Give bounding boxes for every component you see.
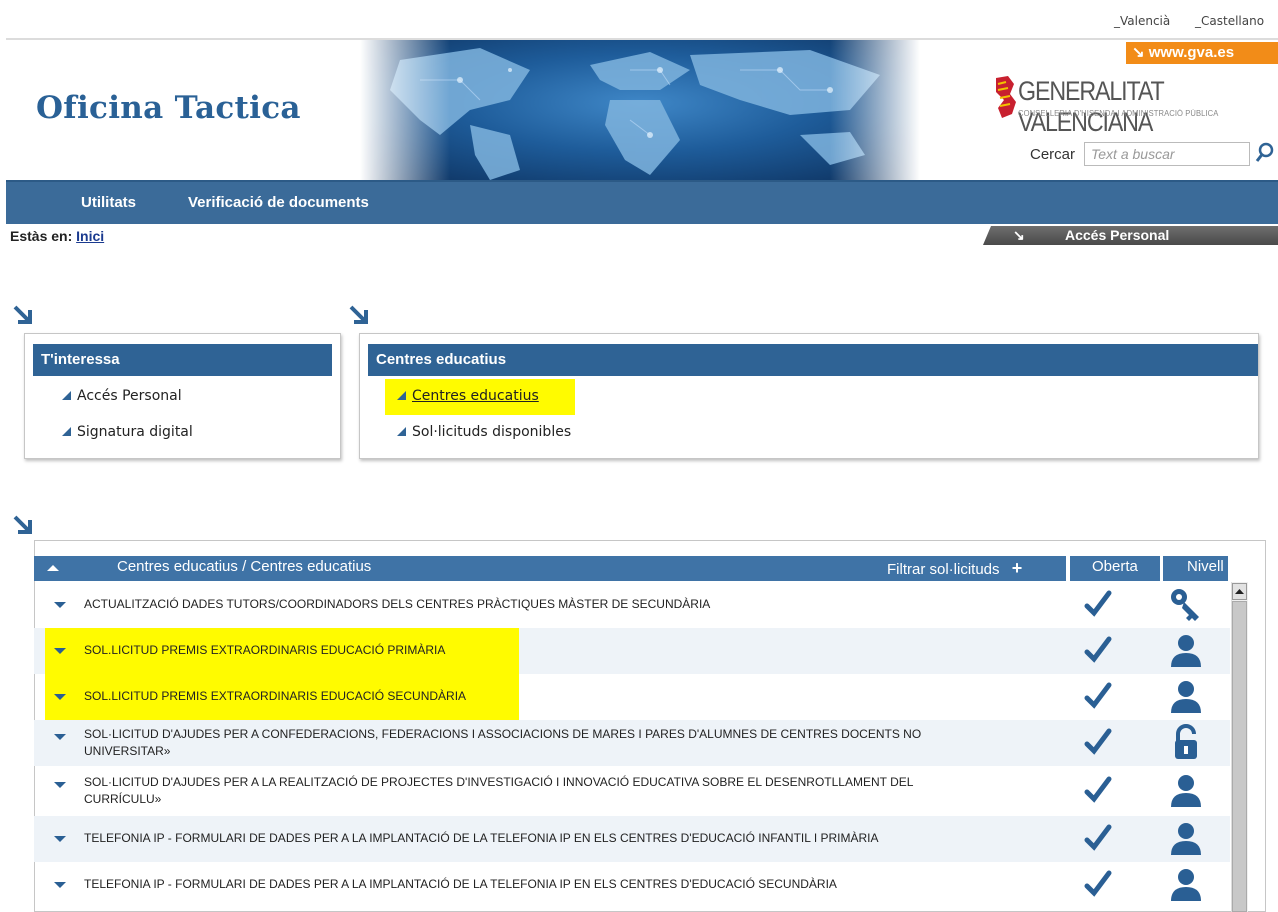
table-title: Centres educatius / Centres educatius	[117, 558, 372, 575]
check-icon	[1084, 728, 1112, 755]
nav-utilitats[interactable]: Utilitats	[81, 194, 136, 211]
breadcrumb-prefix: Estàs en:	[10, 228, 73, 244]
request-title-line: TELEFONIA IP - FORMULARI DE DADES PER A …	[84, 877, 837, 891]
expand-caret-icon[interactable]	[53, 781, 67, 789]
banner-fade-left	[360, 40, 450, 180]
request-title-line: SOL.LICITUD PREMIS EXTRAORDINARIS EDUCAC…	[84, 689, 467, 703]
check-icon	[1084, 590, 1112, 617]
check-icon	[1084, 824, 1112, 851]
banner-fade-right	[830, 40, 920, 180]
interessa-title: T'interessa	[33, 344, 332, 376]
search-icon[interactable]	[1255, 142, 1275, 164]
expand-caret-icon[interactable]	[53, 835, 67, 843]
site-title: Oficina Tactica	[36, 90, 301, 126]
request-title-line: ACTUALITZACIÓ DADES TUTORS/COORDINADORS …	[84, 597, 711, 611]
request-title-line: SOL·LICITUD D'AJUDES PER A CONFEDERACION…	[84, 727, 922, 741]
request-title-line: SOL.LICITUD PREMIS EXTRAORDINARIS EDUCAC…	[84, 643, 446, 657]
centres-title: Centres educatius	[368, 344, 1258, 376]
request-title-line: SOL·LICITUD D'AJUDES PER A LA REALITZACI…	[84, 775, 914, 789]
user-icon	[1171, 775, 1201, 807]
request-title[interactable]: ACTUALITZACIÓ DADES TUTORS/COORDINADORS …	[84, 596, 1044, 613]
expand-caret-icon[interactable]	[53, 601, 67, 609]
column-nivell-label: Nivell	[1187, 558, 1224, 575]
link-sollicituds-disponibles[interactable]: Sol·licituds disponibles	[397, 424, 571, 440]
triangle-bullet-icon	[62, 391, 71, 400]
scroll-up-button[interactable]	[1232, 583, 1247, 600]
column-oberta-label: Oberta	[1092, 558, 1138, 575]
org-subtitle: CONSELLERIA D'HISENDA I ADMINISTRACIÓ PÚ…	[1018, 109, 1219, 118]
expand-caret-icon[interactable]	[53, 881, 67, 889]
unlock-icon	[1175, 724, 1197, 759]
arrow-down-right-icon: ↘	[1132, 44, 1149, 61]
expand-caret-icon[interactable]	[53, 733, 67, 741]
link-centres-educatius[interactable]: Centres educatius	[397, 388, 539, 404]
org-name: GENERALITAT VALENCIANA	[1018, 76, 1164, 137]
request-title[interactable]: SOL.LICITUD PREMIS EXTRAORDINARIS EDUCAC…	[84, 642, 1044, 659]
expand-caret-icon[interactable]	[53, 693, 67, 701]
request-title[interactable]: TELEFONIA IP - FORMULARI DE DADES PER A …	[84, 876, 1044, 893]
link-acces-personal[interactable]: Accés Personal	[62, 388, 182, 404]
acces-personal-tab[interactable]: ↘ Accés Personal	[983, 226, 1278, 245]
lang-castellano-link[interactable]: _Castellano	[1195, 14, 1264, 28]
link-signatura-digital[interactable]: Signatura digital	[62, 424, 193, 440]
user-icon	[1171, 869, 1201, 901]
user-icon	[1171, 681, 1201, 713]
expand-caret-icon[interactable]	[53, 647, 67, 655]
section-arrow-icon	[349, 305, 368, 324]
breadcrumb-inici-link[interactable]: Inici	[76, 228, 104, 244]
gva-link[interactable]: ↘ www.gva.es	[1126, 42, 1278, 64]
section-arrow-icon	[13, 305, 32, 324]
triangle-bullet-icon	[397, 391, 406, 400]
nav-verificacio[interactable]: Verificació de documents	[188, 194, 369, 211]
section-arrow-icon	[13, 515, 32, 534]
request-title-line: CURRÍCULU»	[84, 792, 162, 806]
filter-requests-button[interactable]: Filtrar sol·licituds +	[887, 558, 1022, 579]
plus-icon: +	[1011, 558, 1023, 578]
check-icon	[1084, 870, 1112, 897]
request-title[interactable]: SOL·LICITUD D'AJUDES PER A LA REALITZACI…	[84, 774, 1044, 808]
arrow-down-right-icon: ↘	[1013, 227, 1025, 243]
scroll-thumb[interactable]	[1232, 601, 1247, 912]
collapse-caret-icon[interactable]	[46, 563, 60, 573]
lang-valencia-link[interactable]: _Valencià	[1114, 14, 1170, 28]
triangle-bullet-icon	[62, 427, 71, 436]
user-icon	[1171, 635, 1201, 667]
breadcrumb: Estàs en: Inici	[10, 228, 104, 244]
key-icon	[1171, 589, 1199, 621]
user-icon	[1171, 823, 1201, 855]
check-icon	[1084, 636, 1112, 663]
request-title-line: UNIVERSITAR»	[84, 744, 171, 758]
request-title[interactable]: SOL·LICITUD D'AJUDES PER A CONFEDERACION…	[84, 726, 1044, 760]
triangle-bullet-icon	[397, 427, 406, 436]
search-label: Cercar	[1030, 146, 1076, 163]
search-input[interactable]	[1084, 142, 1250, 166]
check-icon	[1084, 776, 1112, 803]
request-title[interactable]: TELEFONIA IP - FORMULARI DE DADES PER A …	[84, 830, 1044, 847]
request-title[interactable]: SOL.LICITUD PREMIS EXTRAORDINARIS EDUCAC…	[84, 688, 1044, 705]
check-icon	[1084, 682, 1112, 709]
arrow-up-icon	[1235, 589, 1244, 594]
request-title-line: TELEFONIA IP - FORMULARI DE DADES PER A …	[84, 831, 879, 845]
